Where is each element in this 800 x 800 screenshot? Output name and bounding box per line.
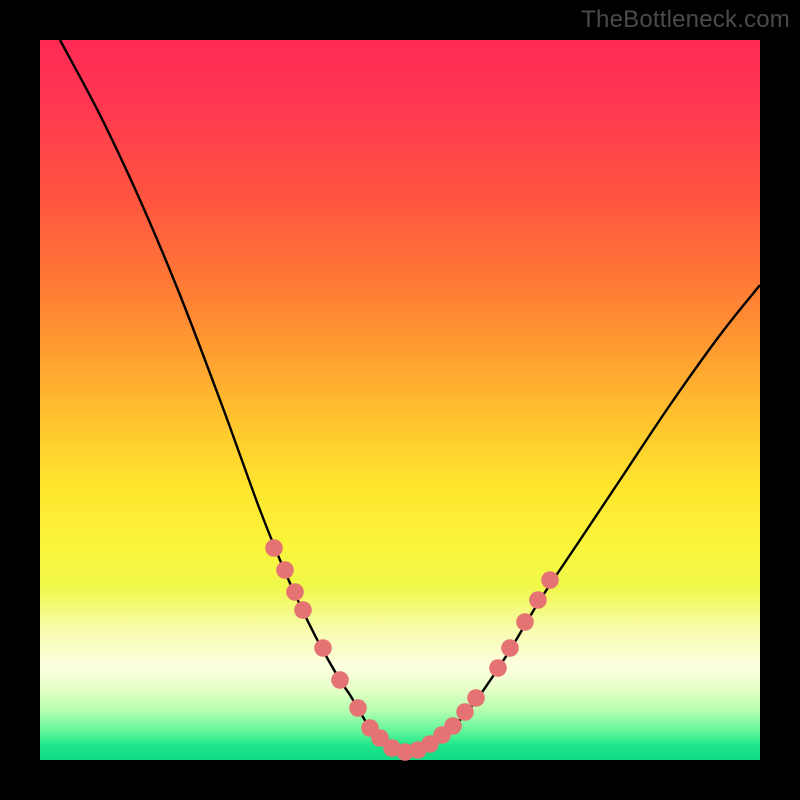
curve-marker: [456, 703, 474, 721]
curve-svg: [40, 40, 760, 760]
curve-marker: [349, 699, 367, 717]
curve-marker: [467, 689, 485, 707]
curve-marker: [489, 659, 507, 677]
curve-marker: [294, 601, 312, 619]
curve-marker: [265, 539, 283, 557]
bottleneck-curve: [60, 40, 760, 752]
plot-area: [40, 40, 760, 760]
curve-marker: [331, 671, 349, 689]
curve-marker: [516, 613, 534, 631]
curve-marker: [501, 639, 519, 657]
chart-stage: TheBottleneck.com: [0, 0, 800, 800]
curve-marker: [314, 639, 332, 657]
watermark-text: TheBottleneck.com: [581, 6, 790, 34]
curve-marker: [444, 717, 462, 735]
curve-markers: [265, 539, 559, 761]
curve-marker: [286, 583, 304, 601]
curve-marker: [529, 591, 547, 609]
curve-marker: [276, 561, 294, 579]
curve-marker: [541, 571, 559, 589]
